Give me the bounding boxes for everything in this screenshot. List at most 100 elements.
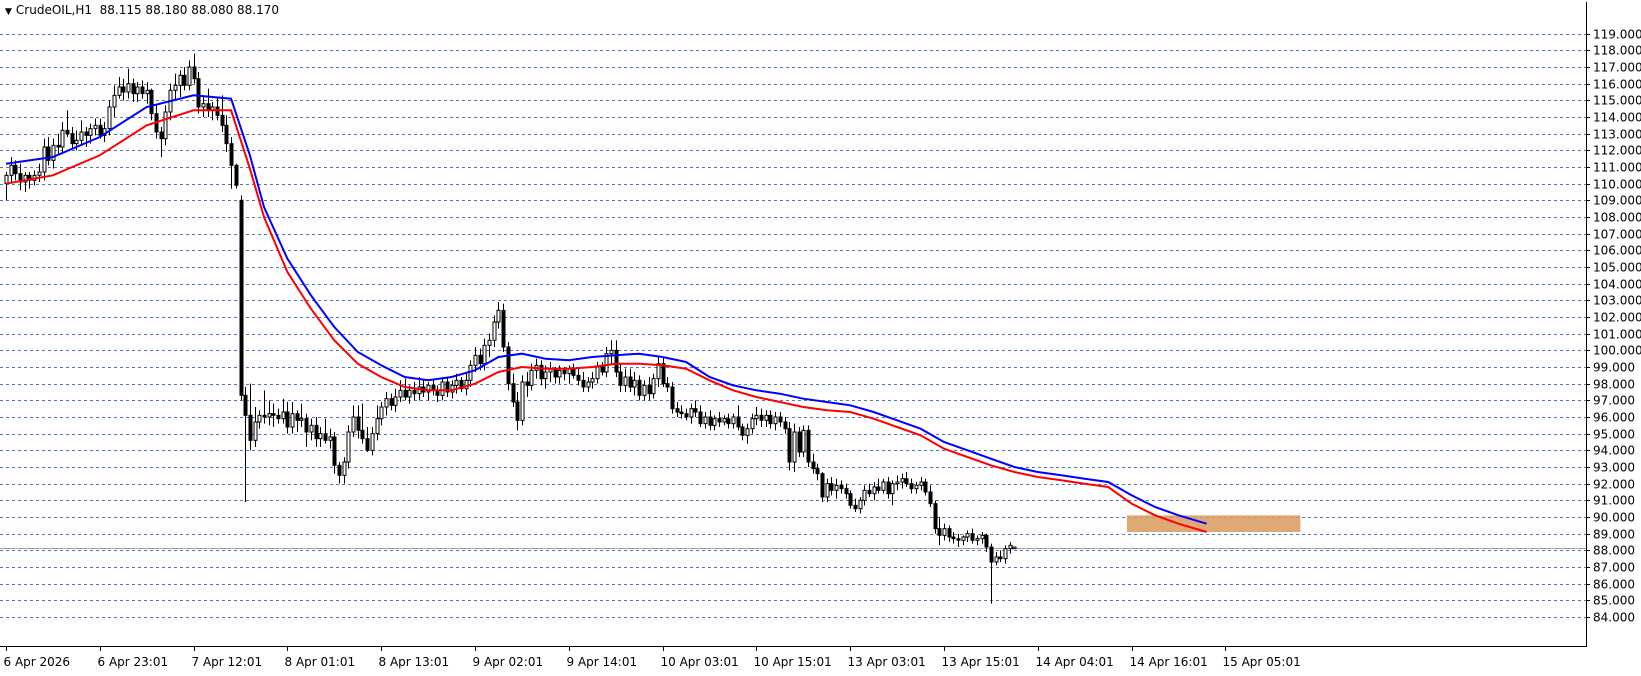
candle	[745, 423, 750, 444]
candle-body-bull	[872, 486, 877, 495]
candle-body-bull	[689, 408, 694, 418]
candle-body-bear	[304, 418, 309, 433]
y-tick-label: 96.000	[1593, 411, 1635, 425]
candle	[159, 127, 164, 157]
candle-body-bear	[84, 131, 89, 136]
candle	[515, 392, 520, 431]
y-tick-label: 117.000	[1593, 61, 1641, 75]
candle	[206, 88, 211, 117]
candle-body-bull	[745, 428, 750, 436]
x-tick-label: 6 Apr 2026	[4, 655, 71, 669]
y-tick-label: 97.000	[1593, 394, 1635, 408]
candle-body-bull	[163, 111, 168, 140]
candle	[149, 88, 154, 121]
candle-body-bull	[595, 366, 600, 380]
candle	[632, 372, 637, 396]
candle-body-bear	[506, 346, 511, 385]
candle-body-bear	[614, 349, 619, 373]
candle-body-bull	[890, 483, 895, 495]
candle-body-bull	[299, 418, 304, 421]
candle-body-bull	[257, 414, 262, 423]
price-chart[interactable]: 84.000 85.000 86.000 87.000 88.000 89.000 90.0…	[0, 0, 1641, 676]
candle-body-bull	[557, 369, 562, 378]
candle	[684, 408, 689, 421]
candle-body-bull	[93, 124, 98, 130]
y-tick-label: 86.000	[1593, 578, 1635, 592]
candle-body-bull	[145, 89, 150, 95]
candle	[196, 72, 201, 114]
candle	[393, 388, 398, 412]
candle	[492, 315, 497, 347]
candle	[56, 133, 61, 156]
candle	[881, 478, 886, 494]
chart-window[interactable]: ▼ CrudeOIL,H1 88.115 88.180 88.080 88.170…	[0, 0, 1641, 676]
candle-body-bear	[937, 528, 942, 536]
y-tick-label: 85.000	[1593, 594, 1635, 608]
candle	[468, 360, 473, 387]
candle-body-bull	[473, 354, 478, 366]
candle-body-bear	[684, 413, 689, 418]
candle-body-bear	[998, 556, 1003, 560]
candle-body-bear	[501, 309, 506, 348]
candle	[731, 413, 736, 429]
candle-body-bear	[562, 369, 567, 375]
candle-body-bear	[665, 383, 670, 388]
candle	[759, 408, 764, 427]
candle-body-bull	[895, 481, 900, 485]
candle	[403, 378, 408, 401]
candle	[435, 385, 440, 402]
candle	[933, 500, 938, 534]
candle-body-bull	[482, 344, 487, 365]
candle	[328, 428, 333, 449]
candle-body-bear	[332, 436, 337, 466]
candle-body-bull	[384, 398, 389, 408]
y-tick-label: 114.000	[1593, 111, 1641, 125]
candle	[346, 425, 351, 469]
y-tick-label: 87.000	[1593, 561, 1635, 575]
candle	[961, 535, 966, 546]
candle-body-bull	[267, 413, 272, 418]
y-tick-label: 95.000	[1593, 428, 1635, 442]
candle-body-bull	[520, 381, 525, 421]
candle-body-bear	[717, 418, 722, 423]
candle-body-bear	[956, 538, 961, 541]
candle-body-bull	[609, 349, 614, 355]
y-tick-label: 119.000	[1593, 28, 1641, 42]
candle-body-bear	[829, 483, 834, 491]
candle	[93, 118, 98, 136]
candle-body-bull	[187, 66, 192, 86]
y-tick-label: 98.000	[1593, 378, 1635, 392]
candle-body-bear	[740, 426, 745, 436]
candle	[9, 157, 14, 184]
candle-body-bear	[262, 414, 267, 418]
candle-body-bull	[9, 164, 14, 176]
candle-body-bear	[220, 114, 225, 126]
candle-body-bull	[862, 489, 867, 501]
candle-body-bear	[65, 129, 70, 135]
candle	[487, 333, 492, 357]
candle-body-bull	[201, 103, 206, 108]
candle	[431, 378, 436, 396]
candle-body-bear	[867, 489, 872, 495]
candle	[445, 377, 450, 397]
candle-body-bear	[539, 364, 544, 380]
candle-body-bull	[173, 84, 178, 91]
candle-body-bull	[858, 499, 863, 510]
candle	[126, 68, 131, 99]
candle	[792, 423, 797, 472]
candle	[304, 413, 309, 447]
candle	[956, 533, 961, 547]
candle-body-bear	[670, 386, 675, 410]
candle-body-bear	[192, 66, 197, 80]
price-zone[interactable]	[1126, 515, 1301, 532]
candle-body-bull	[586, 381, 591, 388]
candle-body-bull	[407, 389, 412, 398]
candle	[736, 405, 741, 431]
x-tick-label: 7 Apr 12:01	[192, 655, 263, 669]
candle	[173, 73, 178, 101]
y-tick-label: 88.000	[1593, 544, 1635, 558]
candle-body-bear	[403, 389, 408, 398]
candle	[717, 412, 722, 427]
candle-body-bear	[131, 83, 136, 95]
candle-body-bull	[178, 74, 183, 86]
